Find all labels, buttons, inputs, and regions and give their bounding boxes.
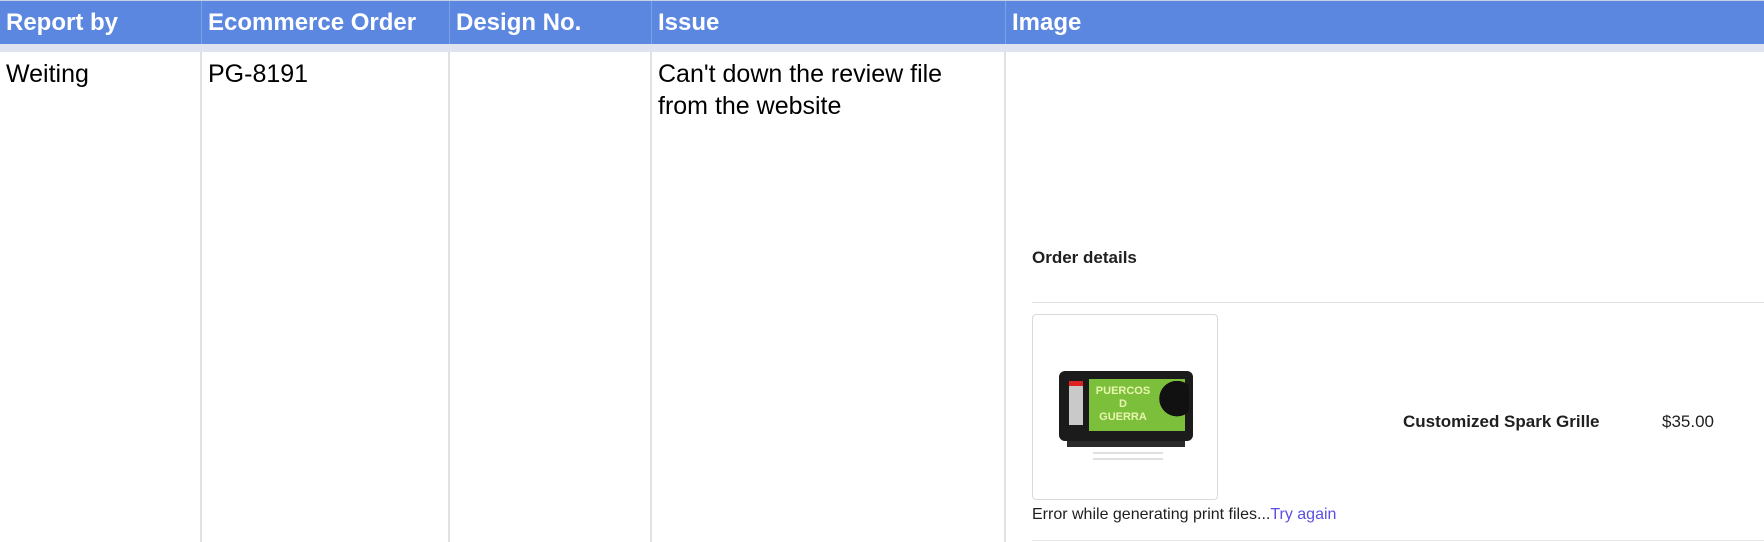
wolf-graphic — [1159, 381, 1189, 425]
divider — [1032, 302, 1764, 303]
thumbnail-caption — [1093, 452, 1163, 460]
order-details-title: Order details — [1032, 248, 1137, 267]
product-thumbnail: PUERCOS D GUERRA — [1032, 314, 1218, 500]
error-text: Error while generating print files... — [1032, 506, 1271, 523]
column-gridline — [1004, 52, 1006, 542]
column-gridline — [650, 52, 652, 542]
grille-base — [1067, 441, 1185, 447]
header-row: Report by Ecommerce Order Design No. Iss… — [0, 0, 1764, 45]
error-message: Error while generating print files...Try… — [1032, 506, 1336, 524]
issue-line: Can't down the review file — [658, 60, 943, 88]
divider — [1032, 540, 1764, 541]
try-again-link[interactable]: Try again — [1270, 506, 1336, 523]
cell-issue[interactable]: Can't down the review file from the webs… — [652, 58, 1004, 122]
header-report-by[interactable]: Report by — [0, 1, 201, 44]
header-design-no[interactable]: Design No. — [450, 1, 651, 44]
logo-line: D — [1119, 398, 1127, 410]
spreadsheet: Report by Ecommerce Order Design No. Iss… — [0, 0, 1764, 542]
header-image[interactable]: Image — [1006, 1, 1764, 44]
product-name: Customized Spark Grille — [1403, 412, 1600, 431]
cell-report-by[interactable]: Weiting — [0, 58, 200, 90]
cell-ecommerce-order[interactable]: PG-8191 — [202, 58, 448, 90]
column-gridline — [448, 52, 450, 542]
grille-image: PUERCOS D GUERRA — [1059, 371, 1193, 447]
header-underline — [0, 44, 1764, 52]
header-issue[interactable]: Issue — [652, 1, 1005, 44]
header-ecommerce-order[interactable]: Ecommerce Order — [202, 1, 449, 44]
grille-badge — [1069, 381, 1083, 425]
logo-line: PUERCOS — [1095, 385, 1151, 397]
logo-line: GUERRA — [1099, 411, 1147, 423]
product-price: $35.00 — [1662, 412, 1714, 431]
issue-line: from the website — [658, 92, 842, 120]
column-gridline — [200, 52, 202, 542]
grille-logo-text: PUERCOS D GUERRA — [1093, 385, 1153, 424]
